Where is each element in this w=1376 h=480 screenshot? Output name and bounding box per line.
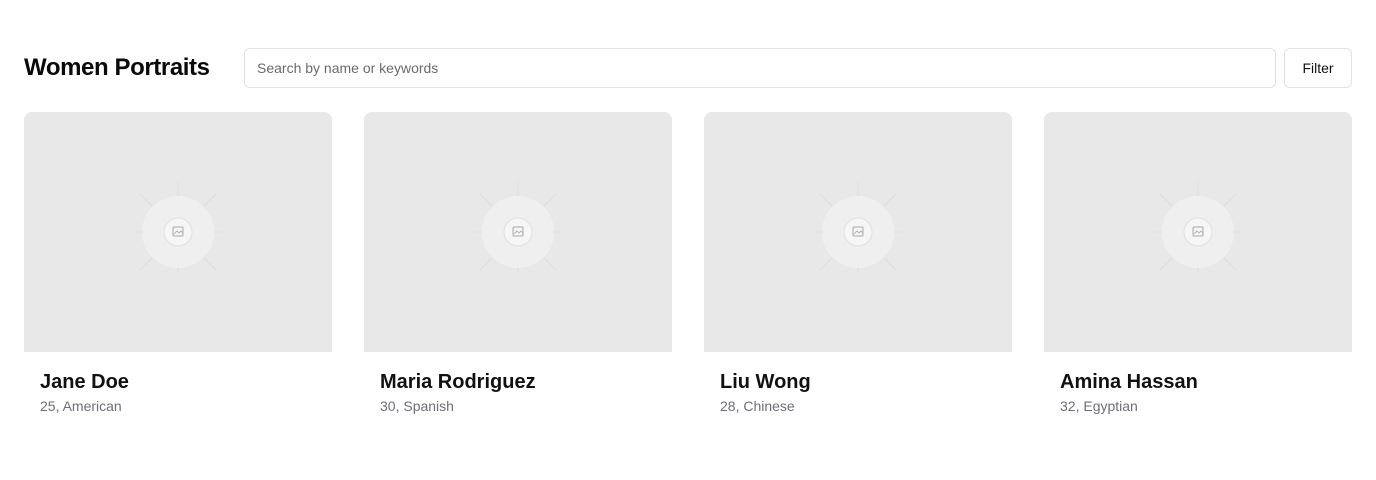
card-meta: 25, American [40,398,122,414]
card-body: Liu Wong 28, Chinese [704,352,1012,416]
card-name: Jane Doe [40,371,129,393]
card-meta: 32, Egyptian [1060,398,1138,414]
portrait-grid: Jane Doe 25, American Maria Rodriguez 30… [24,112,1352,416]
filter-button[interactable]: Filter [1284,48,1352,88]
image-placeholder-icon [814,182,902,272]
image-placeholder-icon [1154,182,1242,272]
image-placeholder-icon [134,182,222,272]
card-name: Liu Wong [720,371,811,393]
page-title: Women Portraits [24,54,210,81]
card-body: Jane Doe 25, American [24,352,332,416]
search-input[interactable] [257,60,1263,76]
portrait-card[interactable]: Liu Wong 28, Chinese [704,112,1012,416]
page: Women Portraits Filter [0,0,1376,480]
header: Women Portraits Filter [24,48,1352,88]
card-name: Maria Rodriguez [380,371,536,393]
card-meta: 28, Chinese [720,398,795,414]
card-name: Amina Hassan [1060,371,1198,393]
search-box[interactable] [244,48,1276,88]
portrait-card[interactable]: Amina Hassan 32, Egyptian [1044,112,1352,416]
portrait-image [364,112,672,352]
portrait-image [704,112,1012,352]
portrait-card[interactable]: Jane Doe 25, American [24,112,332,416]
card-body: Maria Rodriguez 30, Spanish [364,352,672,416]
image-placeholder-icon [474,182,562,272]
card-body: Amina Hassan 32, Egyptian [1044,352,1352,416]
card-meta: 30, Spanish [380,398,454,414]
portrait-image [24,112,332,352]
portrait-card[interactable]: Maria Rodriguez 30, Spanish [364,112,672,416]
portrait-image [1044,112,1352,352]
